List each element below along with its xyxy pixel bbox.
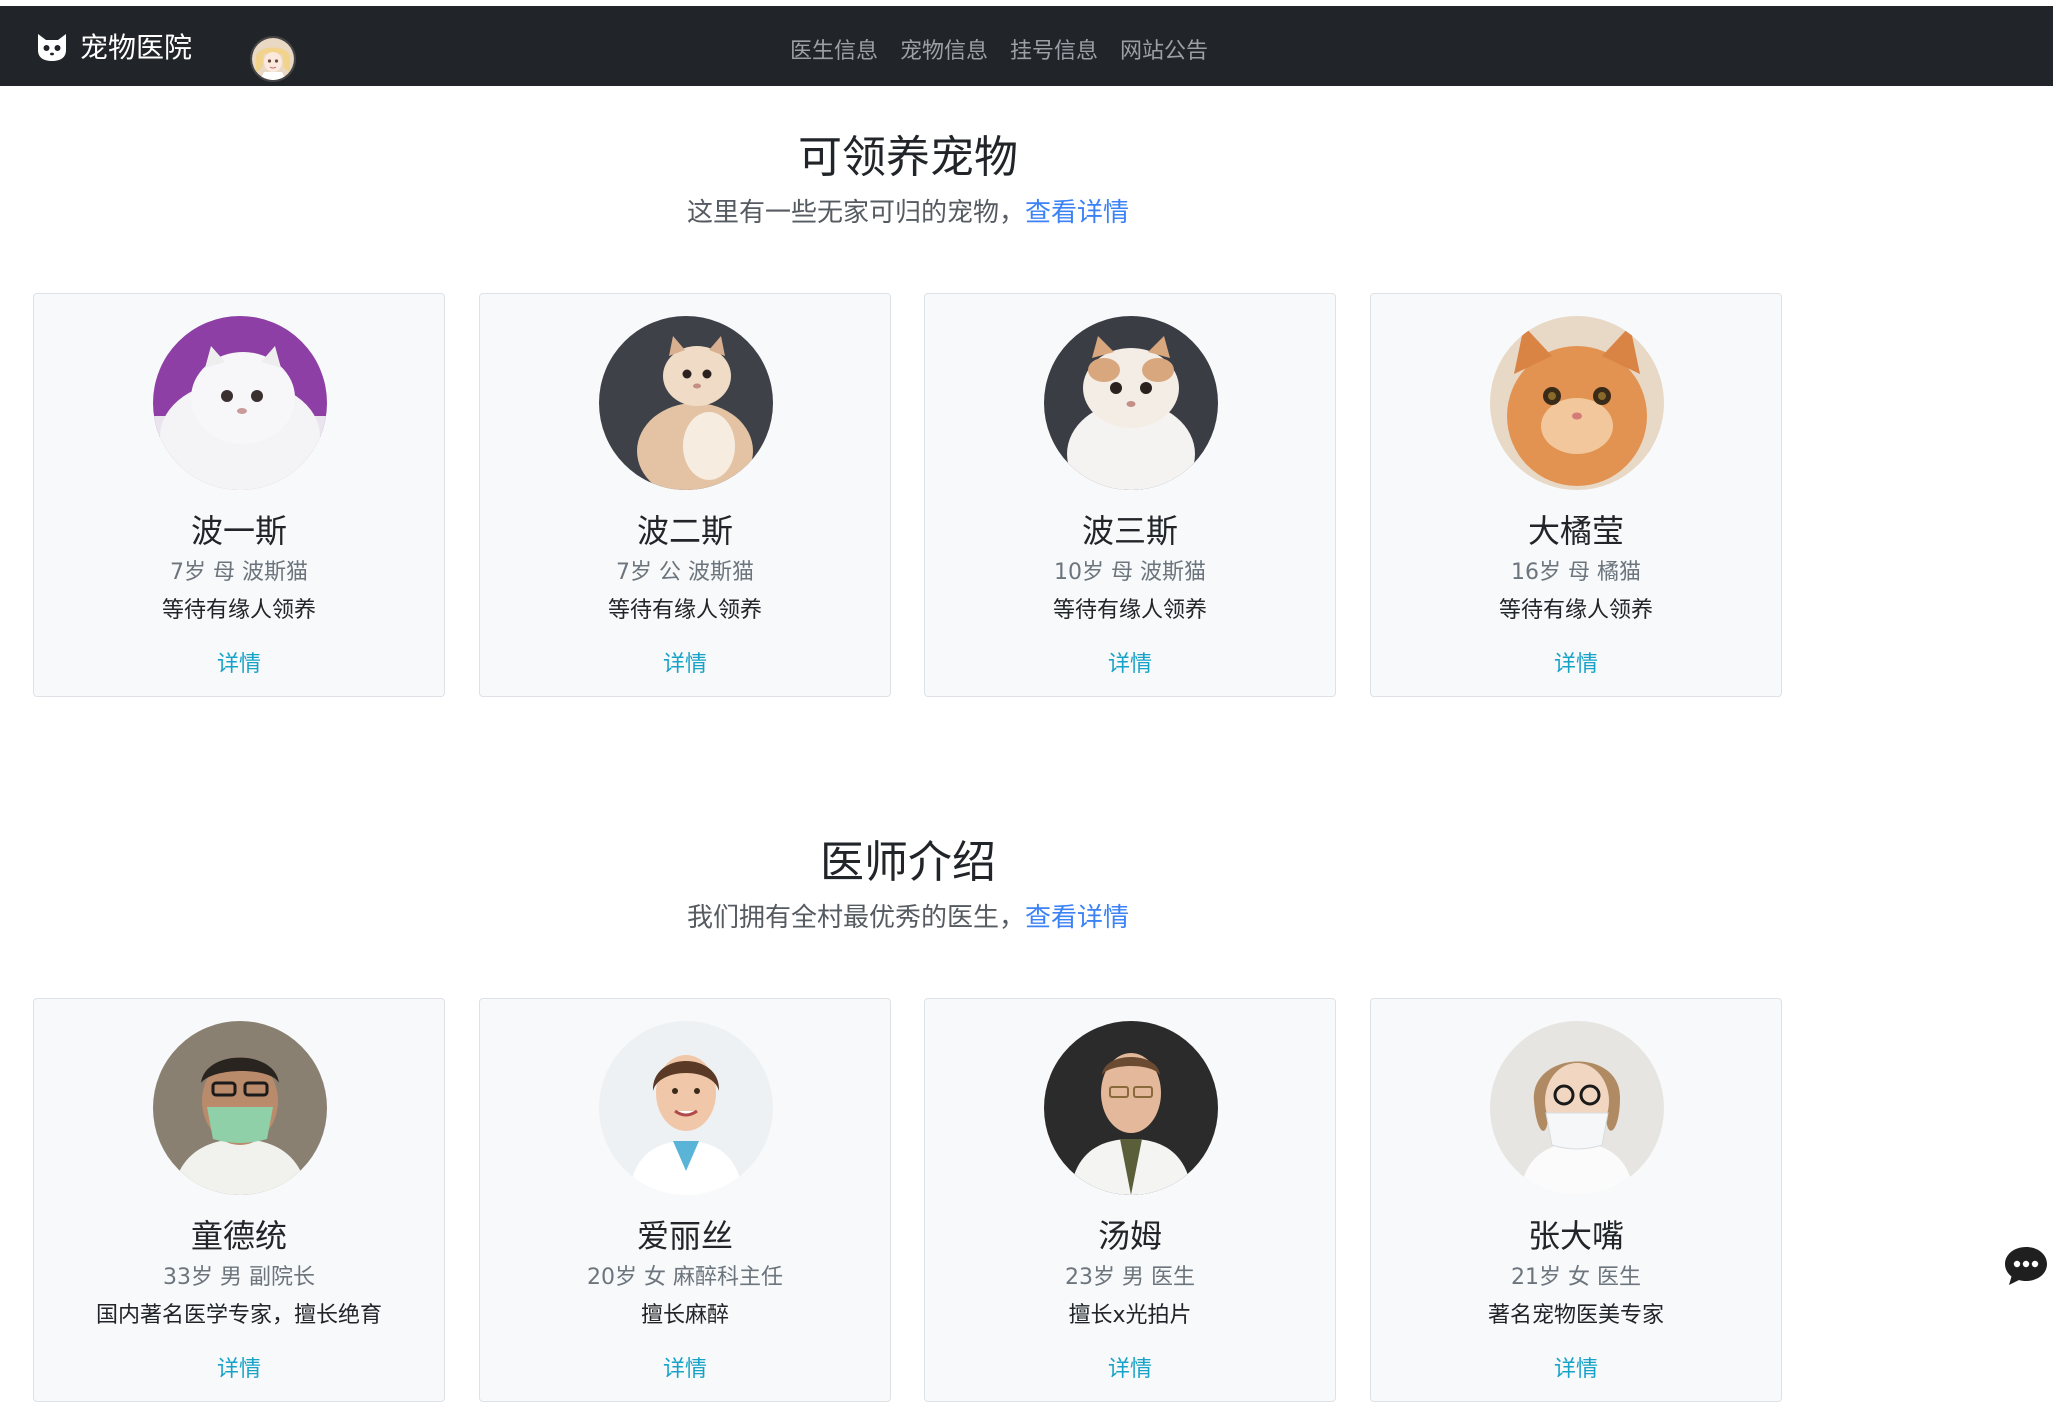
doctor-name: 张大嘴 <box>1527 1217 1624 1255</box>
pet-name: 大橘莹 <box>1527 512 1624 550</box>
doctor-detail-link[interactable]: 详情 <box>480 1351 890 1383</box>
pet-meta: 10岁 母 波斯猫 <box>1054 560 1206 585</box>
doctor-detail-link[interactable]: 详情 <box>925 1351 1335 1383</box>
doctor-name: 汤姆 <box>1097 1217 1162 1255</box>
doctor-card: 张大嘴 21岁 女 医生 著名宠物医美专家 详情 <box>1370 998 1782 1402</box>
doctor-photo <box>599 1021 773 1195</box>
doctor-specialty: 擅长麻醉 <box>640 1303 729 1328</box>
pet-status: 等待有缘人领养 <box>1052 598 1207 623</box>
cat-face-icon <box>38 34 66 61</box>
pet-name: 波三斯 <box>1081 512 1178 550</box>
doctor-card: 童德统 33岁 男 副院长 国内著名医学专家，擅长绝育 详情 <box>33 998 445 1402</box>
doctor-card: 爱丽丝 20岁 女 麻醉科主任 擅长麻醉 详情 <box>479 998 891 1402</box>
pet-photo <box>1490 316 1664 490</box>
nav-link-doctors[interactable]: 医生信息 <box>790 34 878 70</box>
pet-detail-link[interactable]: 详情 <box>925 646 1335 678</box>
pet-status: 等待有缘人领养 <box>607 598 762 623</box>
doctors-section-subtitle: 我们拥有全村最优秀的医生，查看详情 <box>0 897 1816 934</box>
doctor-meta: 33岁 男 副院长 <box>163 1265 315 1290</box>
doctors-section-title: 医师介绍 <box>820 837 996 888</box>
pet-detail-link[interactable]: 详情 <box>480 646 890 678</box>
doctor-meta: 20岁 女 麻醉科主任 <box>587 1265 783 1290</box>
chat-bubble-icon[interactable] <box>2002 1242 2050 1290</box>
doctor-meta: 21岁 女 医生 <box>1511 1265 1641 1290</box>
pet-card: 波三斯 10岁 母 波斯猫 等待有缘人领养 详情 <box>924 293 1336 697</box>
doctor-photo <box>1490 1021 1664 1195</box>
pet-photo <box>153 316 327 490</box>
pet-name: 波二斯 <box>636 512 733 550</box>
user-avatar[interactable] <box>250 36 296 82</box>
doctor-photo <box>1044 1021 1218 1195</box>
doctors-subtitle-text: 我们拥有全村最优秀的医生， <box>686 903 1025 933</box>
doctor-name: 爱丽丝 <box>636 1217 733 1255</box>
doctor-card: 汤姆 23岁 男 医生 擅长x光拍片 详情 <box>924 998 1336 1402</box>
pet-meta: 7岁 公 波斯猫 <box>616 560 754 585</box>
pet-card: 大橘莹 16岁 母 橘猫 等待有缘人领养 详情 <box>1370 293 1782 697</box>
doctor-specialty: 擅长x光拍片 <box>1068 1303 1192 1328</box>
doctor-specialty: 著名宠物医美专家 <box>1487 1303 1664 1328</box>
pet-detail-link[interactable]: 详情 <box>34 646 444 678</box>
doctor-photo <box>153 1021 327 1195</box>
doctor-detail-link[interactable]: 详情 <box>1371 1351 1781 1383</box>
pet-meta: 16岁 母 橘猫 <box>1511 560 1641 585</box>
brand-link[interactable]: 宠物医院 <box>34 26 192 66</box>
pets-section-title: 可领养宠物 <box>798 132 1018 183</box>
pet-photo <box>1044 316 1218 490</box>
pet-card: 波二斯 7岁 公 波斯猫 等待有缘人领养 详情 <box>479 293 891 697</box>
pet-meta: 7岁 母 波斯猫 <box>170 560 308 585</box>
pet-detail-link[interactable]: 详情 <box>1371 646 1781 678</box>
nav-link-registration[interactable]: 挂号信息 <box>1010 34 1098 70</box>
nav-links: 医生信息 宠物信息 挂号信息 网站公告 <box>790 34 1230 70</box>
doctor-detail-link[interactable]: 详情 <box>34 1351 444 1383</box>
doctor-specialty: 国内著名医学专家，擅长绝育 <box>95 1303 382 1328</box>
pet-name: 波一斯 <box>190 512 287 550</box>
nav-link-pets[interactable]: 宠物信息 <box>900 34 988 70</box>
pet-card: 波一斯 7岁 母 波斯猫 等待有缘人领养 详情 <box>33 293 445 697</box>
top-navbar: 宠物医院 医生信息 宠物信息 挂号信息 网站公告 <box>0 6 2053 86</box>
pets-view-details-link[interactable]: 查看详情 <box>1025 198 1129 228</box>
doctors-view-details-link[interactable]: 查看详情 <box>1025 903 1129 933</box>
doctor-name: 童德统 <box>190 1217 287 1255</box>
pet-status: 等待有缘人领养 <box>1498 598 1653 623</box>
nav-link-announcements[interactable]: 网站公告 <box>1120 34 1208 70</box>
pets-section-subtitle: 这里有一些无家可归的宠物，查看详情 <box>0 192 1816 229</box>
brand-name: 宠物医院 <box>80 31 193 64</box>
doctor-meta: 23岁 男 医生 <box>1065 1265 1195 1290</box>
pets-subtitle-text: 这里有一些无家可归的宠物， <box>686 198 1025 228</box>
avatar-image <box>252 38 294 80</box>
pet-photo <box>599 316 773 490</box>
pet-status: 等待有缘人领养 <box>161 598 316 623</box>
